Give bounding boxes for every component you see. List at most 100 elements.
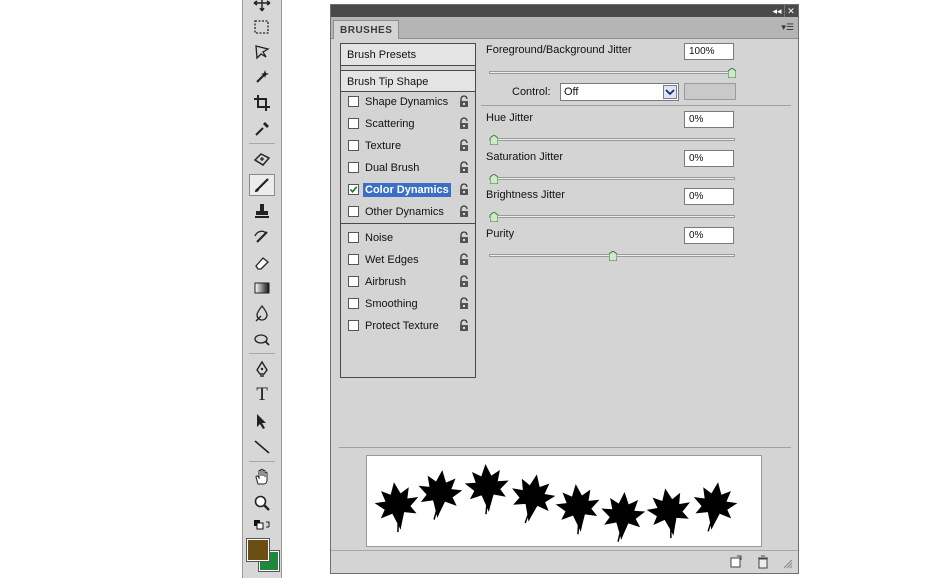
- line-tool-icon[interactable]: [249, 436, 275, 458]
- dodge-tool-icon[interactable]: [249, 328, 275, 350]
- smoothing-checkbox[interactable]: [348, 298, 359, 309]
- purity-label: Purity: [486, 228, 515, 240]
- control-dropdown[interactable]: Off: [560, 83, 679, 101]
- fg-bg-jitter-input[interactable]: 100%: [684, 43, 734, 60]
- brightness-jitter-slider-thumb[interactable]: [489, 211, 499, 223]
- foreground-color-swatch[interactable]: [246, 538, 270, 562]
- scattering-checkbox[interactable]: [348, 118, 359, 129]
- path-selection-tool-icon[interactable]: [249, 410, 275, 432]
- lock-icon[interactable]: [458, 161, 470, 174]
- crop-tool-icon[interactable]: [249, 92, 275, 114]
- fg-bg-jitter-slider[interactable]: [489, 67, 737, 79]
- maple-leaf-icon: [374, 482, 419, 533]
- fg-bg-jitter-label: Foreground/Background Jitter: [486, 44, 632, 56]
- hue-jitter-input[interactable]: 0%: [684, 111, 734, 128]
- purity-slider-thumb[interactable]: [608, 250, 618, 262]
- protect-texture-checkbox[interactable]: [348, 320, 359, 331]
- maple-leaf-stroke: [374, 464, 738, 542]
- fg-bg-jitter-slider-thumb[interactable]: [727, 67, 737, 79]
- trash-icon[interactable]: [756, 555, 770, 569]
- lock-icon[interactable]: [458, 117, 470, 130]
- lock-icon[interactable]: [458, 231, 470, 244]
- brush-option-noise[interactable]: Noise: [341, 227, 475, 249]
- new-preset-icon[interactable]: [729, 555, 743, 569]
- airbrush-label: Airbrush: [365, 276, 406, 288]
- lock-icon[interactable]: [458, 183, 470, 196]
- marquee-tool-icon[interactable]: [249, 16, 275, 38]
- control-secondary-input: [684, 83, 736, 100]
- history-brush-tool-icon[interactable]: [249, 226, 275, 248]
- blur-tool-icon[interactable]: [249, 302, 275, 324]
- noise-checkbox[interactable]: [348, 232, 359, 243]
- eyedropper-tool-icon[interactable]: [249, 118, 275, 140]
- dual-brush-checkbox[interactable]: [348, 162, 359, 173]
- brush-option-other-dynamics[interactable]: Other Dynamics: [341, 201, 475, 223]
- wet-edges-checkbox[interactable]: [348, 254, 359, 265]
- maple-leaf-icon: [646, 488, 690, 539]
- collapse-panel-button[interactable]: ◂◂: [770, 5, 784, 17]
- noise-label: Noise: [365, 232, 394, 244]
- hue-jitter-slider-thumb[interactable]: [489, 134, 499, 146]
- shape-dynamics-checkbox[interactable]: [348, 96, 359, 107]
- lasso-tool-icon[interactable]: [249, 41, 275, 63]
- hue-jitter-slider[interactable]: [489, 134, 735, 146]
- type-tool-glyph: T: [256, 384, 268, 405]
- brush-option-wet-edges[interactable]: Wet Edges: [341, 249, 475, 271]
- hand-tool-icon[interactable]: [249, 466, 275, 488]
- brush-options-list: Brush Presets Brush Tip Shape Shape Dyna…: [340, 43, 476, 378]
- lock-icon[interactable]: [458, 275, 470, 288]
- saturation-jitter-slider[interactable]: [489, 173, 735, 185]
- brush-option-protect-texture[interactable]: Protect Texture: [341, 315, 475, 337]
- zoom-tool-icon[interactable]: [249, 492, 275, 514]
- airbrush-checkbox[interactable]: [348, 276, 359, 287]
- resize-grip-icon[interactable]: [783, 559, 793, 569]
- brush-tip-shape-button[interactable]: Brush Tip Shape: [341, 70, 475, 92]
- pen-tool-icon[interactable]: [249, 358, 275, 380]
- clone-stamp-tool-icon[interactable]: [249, 200, 275, 222]
- maple-leaf-icon: [693, 482, 738, 532]
- brush-option-color-dynamics[interactable]: Color Dynamics: [341, 179, 475, 201]
- brush-tool-icon[interactable]: [249, 174, 275, 196]
- maple-leaf-icon: [418, 470, 463, 520]
- gradient-tool-icon[interactable]: [249, 277, 275, 299]
- lock-icon[interactable]: [458, 319, 470, 332]
- panel-titlebar: ◂◂ ✕: [331, 5, 798, 17]
- brightness-jitter-input[interactable]: 0%: [684, 188, 734, 205]
- texture-checkbox[interactable]: [348, 140, 359, 151]
- panel-menu-icon[interactable]: ▾☰: [781, 22, 794, 33]
- magic-wand-tool-icon[interactable]: [249, 66, 275, 88]
- move-tool-icon[interactable]: [249, 0, 275, 14]
- brush-option-texture[interactable]: Texture: [341, 135, 475, 157]
- tool-divider: [249, 143, 275, 144]
- lock-icon[interactable]: [458, 95, 470, 108]
- brush-option-shape-dynamics[interactable]: Shape Dynamics: [341, 91, 475, 113]
- color-dynamics-checkbox[interactable]: [348, 184, 359, 195]
- brush-option-airbrush[interactable]: Airbrush: [341, 271, 475, 293]
- purity-slider[interactable]: [489, 250, 735, 262]
- lock-icon[interactable]: [458, 253, 470, 266]
- lock-icon[interactable]: [458, 139, 470, 152]
- other-dynamics-checkbox[interactable]: [348, 206, 359, 217]
- lock-icon[interactable]: [458, 297, 470, 310]
- eraser-tool-icon[interactable]: [249, 252, 275, 274]
- lock-icon[interactable]: [458, 205, 470, 218]
- other-dynamics-label: Other Dynamics: [365, 206, 444, 218]
- brush-presets-button[interactable]: Brush Presets: [341, 44, 475, 66]
- type-tool-icon[interactable]: T: [249, 384, 275, 406]
- brush-option-scattering[interactable]: Scattering: [341, 113, 475, 135]
- maple-leaf-icon: [601, 492, 646, 542]
- panel-tab-row: BRUSHES ▾☰: [331, 17, 798, 39]
- chevron-down-icon[interactable]: [663, 85, 677, 99]
- saturation-jitter-slider-thumb[interactable]: [489, 173, 499, 185]
- default-colors-icon[interactable]: [249, 518, 275, 532]
- brush-option-smoothing[interactable]: Smoothing: [341, 293, 475, 315]
- close-panel-button[interactable]: ✕: [784, 5, 797, 17]
- tool-divider: [249, 461, 275, 462]
- saturation-jitter-input[interactable]: 0%: [684, 150, 734, 167]
- purity-input[interactable]: 0%: [684, 227, 734, 244]
- brightness-jitter-slider[interactable]: [489, 211, 735, 223]
- tab-brushes[interactable]: BRUSHES: [333, 20, 400, 39]
- brush-option-dual-brush[interactable]: Dual Brush: [341, 157, 475, 179]
- healing-tool-icon[interactable]: [249, 148, 275, 170]
- shape-dynamics-label: Shape Dynamics: [365, 96, 449, 108]
